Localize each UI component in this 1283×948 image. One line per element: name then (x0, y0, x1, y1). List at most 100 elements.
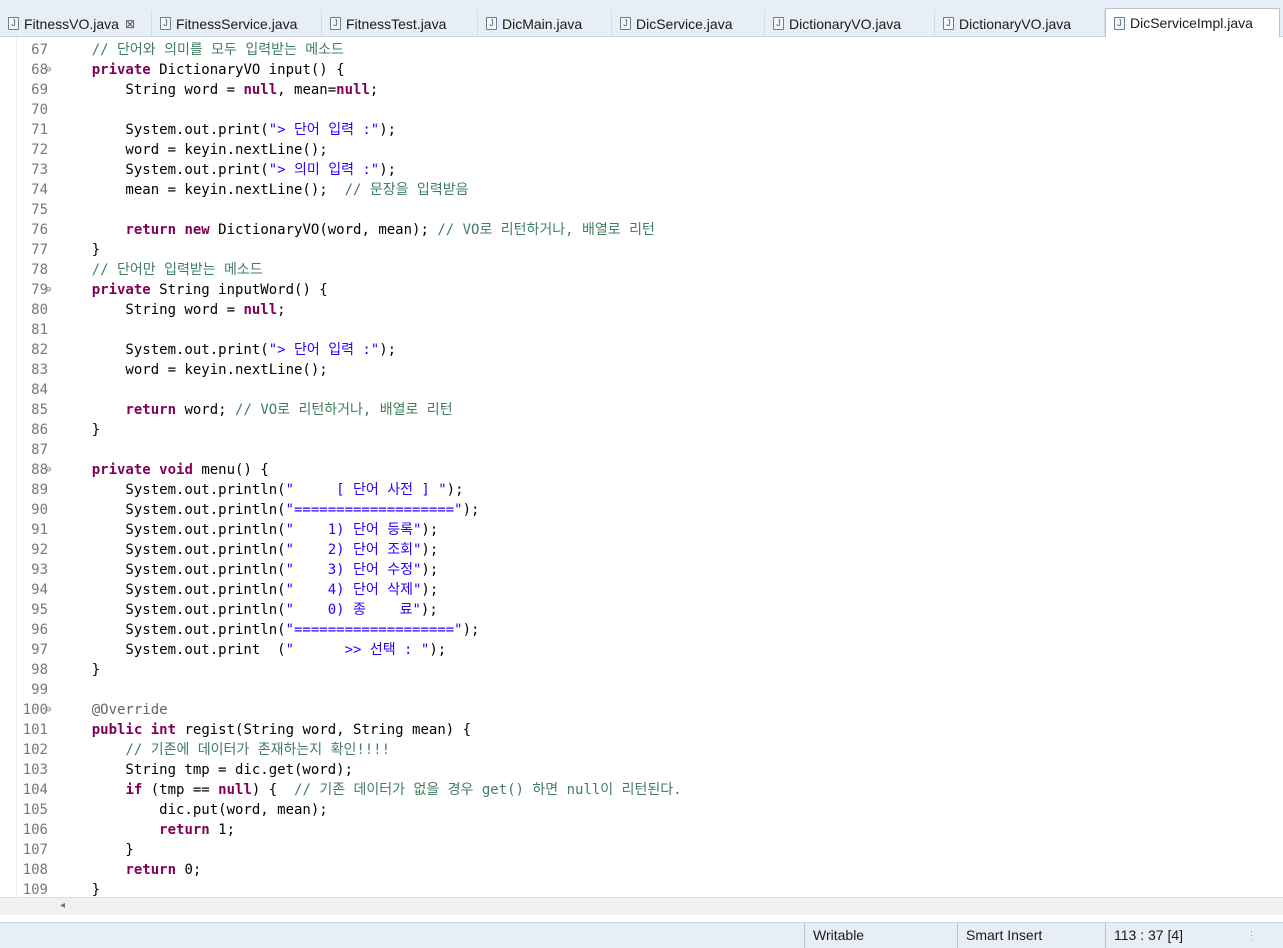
code-line[interactable]: 107 } (0, 840, 1283, 860)
fold-collapse-icon[interactable]: ⊖ (46, 460, 51, 480)
code-token: word = keyin.nextLine(); (58, 362, 328, 378)
code-text: String tmp = dic.get(word); (58, 760, 353, 780)
code-token: public (91, 722, 143, 738)
code-text: if (tmp == null) { // 기존 데이터가 없을 경우 get(… (58, 780, 682, 800)
code-token: ; (277, 302, 286, 318)
code-editor[interactable]: 67 // 단어와 의미를 모두 입력받는 메소드 68 ⊖ private Dic… (0, 37, 1283, 897)
code-line[interactable]: 108 return 0; (0, 860, 1283, 880)
code-text: dic.put(word, mean); (58, 800, 328, 820)
code-line[interactable]: 100 ⊖ @Override (0, 700, 1283, 720)
code-token: // 기존 데이터가 없을 경우 get() 하면 null이 리턴된다. (294, 782, 682, 798)
code-line[interactable]: 79 ⊖ private String inputWord() { (0, 280, 1283, 300)
code-line[interactable]: 82 System.out.print("> 단어 입력 :"); (0, 340, 1283, 360)
code-line[interactable]: 83 word = keyin.nextLine(); (0, 360, 1283, 380)
code-line[interactable]: 78 // 단어만 입력받는 메소드 (0, 260, 1283, 280)
code-line[interactable]: 74 mean = keyin.nextLine(); // 문장을 입력받음 (0, 180, 1283, 200)
code-line[interactable]: 87 (0, 440, 1283, 460)
code-line[interactable]: 103 String tmp = dic.get(word); (0, 760, 1283, 780)
fold-collapse-icon[interactable]: ⊖ (46, 60, 51, 80)
code-line[interactable]: 88 ⊖ private void menu() { (0, 460, 1283, 480)
line-number: 71 (31, 122, 48, 138)
code-line[interactable]: 101 public int regist(String word, Strin… (0, 720, 1283, 740)
code-line[interactable]: 96 System.out.println("=================… (0, 620, 1283, 640)
code-text: String word = null, mean=null; (58, 80, 378, 100)
code-token: null (218, 782, 252, 798)
code-line[interactable]: 80 String word = null; (0, 300, 1283, 320)
code-text: // 기존에 데이터가 존재하는지 확인!!!! (58, 740, 390, 760)
code-token: System.out.print( (58, 122, 269, 138)
code-text: return word; // VO로 리턴하거나, 배열로 리턴 (58, 400, 452, 420)
tab-6[interactable]: J DictionaryVO.java (765, 10, 935, 37)
code-token: System.out.println( (58, 542, 286, 558)
code-line[interactable]: 75 (0, 200, 1283, 220)
code-token: ); (379, 342, 397, 358)
line-number: 67 (31, 42, 48, 58)
fold-collapse-icon[interactable]: ⊖ (46, 280, 51, 300)
code-line[interactable]: 92 System.out.println(" 2) 단어 조회"); (0, 540, 1283, 560)
horizontal-scrollbar[interactable]: ◂ (0, 897, 1283, 915)
tab-label: FitnessTest.java (346, 15, 447, 32)
code-token: new (184, 222, 210, 238)
code-line[interactable]: 70 (0, 100, 1283, 120)
code-line[interactable]: 69 String word = null, mean=null; (0, 80, 1283, 100)
code-token: menu() { (192, 462, 269, 478)
code-token: regist(String word, String mean) { (176, 722, 472, 738)
code-line[interactable]: 84 (0, 380, 1283, 400)
tab-4[interactable]: J DicMain.java (478, 10, 612, 37)
code-line[interactable]: 104 if (tmp == null) { // 기존 데이터가 없을 경우 … (0, 780, 1283, 800)
code-line[interactable]: 76 return new DictionaryVO(word, mean); … (0, 220, 1283, 240)
fold-collapse-icon[interactable]: ⊖ (46, 700, 51, 720)
line-number: 104 (22, 782, 48, 798)
code-line[interactable]: 73 System.out.print("> 의미 입력 :"); (0, 160, 1283, 180)
line-number: 83 (31, 362, 48, 378)
code-token: } (58, 242, 101, 258)
tab-3[interactable]: J FitnessTest.java (322, 10, 478, 37)
line-number: 73 (31, 162, 48, 178)
code-line[interactable]: 95 System.out.println(" 0) 종 료"); (0, 600, 1283, 620)
code-line[interactable]: 89 System.out.println(" [ 단어 사전 ] "); (0, 480, 1283, 500)
code-line[interactable]: 98 } (0, 660, 1283, 680)
code-line[interactable]: 68 ⊖ private DictionaryVO input() { (0, 60, 1283, 80)
tab-7[interactable]: J DictionaryVO.java (935, 10, 1105, 37)
code-line[interactable]: 86 } (0, 420, 1283, 440)
code-text: private DictionaryVO input() { (58, 60, 345, 80)
tab-close-icon[interactable]: ⊠ (125, 17, 135, 31)
code-token: " [ 단어 사전 ] " (285, 482, 447, 498)
code-line[interactable]: 85 return word; // VO로 리턴하거나, 배열로 리턴 (0, 400, 1283, 420)
code-token: " 2) 단어 조회" (285, 542, 422, 558)
tab-2[interactable]: J FitnessService.java (152, 10, 322, 37)
code-line[interactable]: 105 dic.put(word, mean); (0, 800, 1283, 820)
code-line[interactable]: 93 System.out.println(" 3) 단어 수정"); (0, 560, 1283, 580)
code-token: ); (462, 622, 480, 638)
java-file-icon: J (1114, 16, 1125, 30)
status-insert-mode[interactable]: Smart Insert (957, 923, 1105, 948)
code-token: @Override (91, 702, 168, 718)
code-line[interactable]: 90 System.out.println("=================… (0, 500, 1283, 520)
tab-8[interactable]: J DicServiceImpl.java (1105, 8, 1280, 37)
scroll-left-arrow-icon[interactable]: ◂ (60, 900, 65, 911)
code-line[interactable]: 71 System.out.print("> 단어 입력 :"); (0, 120, 1283, 140)
code-line[interactable]: 94 System.out.println(" 4) 단어 삭제"); (0, 580, 1283, 600)
status-cursor-position: 113 : 37 [4] (1105, 923, 1245, 948)
code-text: public int regist(String word, String me… (58, 720, 471, 740)
code-line[interactable]: 97 System.out.print (" >> 선택 : "); (0, 640, 1283, 660)
line-number: 89 (31, 482, 48, 498)
code-line[interactable]: 106 return 1; (0, 820, 1283, 840)
code-line[interactable]: 77 } (0, 240, 1283, 260)
code-line[interactable]: 91 System.out.println(" 1) 단어 등록"); (0, 520, 1283, 540)
tab-1[interactable]: J FitnessVO.java ⊠ (0, 10, 152, 37)
code-line[interactable]: 81 (0, 320, 1283, 340)
code-line[interactable]: 72 word = keyin.nextLine(); (0, 140, 1283, 160)
code-token: System.out.println( (58, 582, 286, 598)
code-token: private (91, 282, 151, 298)
code-line[interactable]: 109 } (0, 880, 1283, 897)
code-line[interactable]: 102 // 기존에 데이터가 존재하는지 확인!!!! (0, 740, 1283, 760)
code-token: // 문장을 입력받음 (344, 182, 469, 198)
code-line[interactable]: 67 // 단어와 의미를 모두 입력받는 메소드 (0, 40, 1283, 60)
tab-5[interactable]: J DicService.java (612, 10, 765, 37)
code-line[interactable]: 99 (0, 680, 1283, 700)
line-number: 69 (31, 82, 48, 98)
